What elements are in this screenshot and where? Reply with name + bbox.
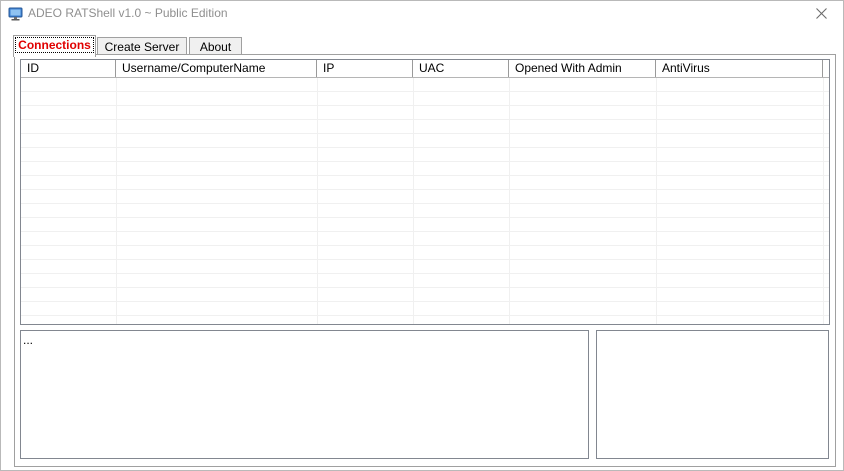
- column-header-ip[interactable]: IP: [317, 60, 413, 77]
- window-title: ADEO RATShell v1.0 ~ Public Edition: [28, 6, 228, 20]
- connections-list-rows: [21, 78, 829, 324]
- title-bar[interactable]: ADEO RATShell v1.0 ~ Public Edition: [1, 1, 843, 29]
- column-header-id[interactable]: ID: [21, 60, 116, 77]
- computer-monitor-icon: [8, 7, 23, 21]
- details-box[interactable]: [596, 330, 829, 459]
- log-text: ...: [23, 333, 34, 347]
- column-header-username[interactable]: Username/ComputerName: [116, 60, 317, 77]
- close-icon: [815, 8, 827, 22]
- close-button[interactable]: [799, 1, 843, 29]
- column-header-filler: [823, 60, 829, 77]
- main-window: ADEO RATShell v1.0 ~ Public Edition Conn…: [0, 0, 844, 471]
- grid-line: [509, 78, 510, 324]
- grid-line: [116, 78, 117, 324]
- connections-tab-panel: ID Username/ComputerName IP UAC Opened W…: [14, 54, 836, 467]
- connections-list-header: ID Username/ComputerName IP UAC Opened W…: [21, 60, 829, 78]
- grid-line: [656, 78, 657, 324]
- column-header-antivirus[interactable]: AntiVirus: [656, 60, 823, 77]
- column-header-uac[interactable]: UAC: [413, 60, 509, 77]
- connections-list[interactable]: ID Username/ComputerName IP UAC Opened W…: [20, 59, 830, 325]
- log-output-box[interactable]: ...: [20, 330, 589, 459]
- grid-line: [317, 78, 318, 324]
- tab-about-label: About: [199, 40, 232, 54]
- grid-line: [413, 78, 414, 324]
- tab-connections[interactable]: Connections: [13, 35, 96, 57]
- tab-create-server-label: Create Server: [104, 40, 180, 54]
- tab-connections-label: Connections: [15, 37, 94, 53]
- client-area: Connections Create Server About ID Usern…: [1, 29, 843, 470]
- column-header-opened-with-admin[interactable]: Opened With Admin: [509, 60, 656, 77]
- grid-line: [823, 78, 824, 324]
